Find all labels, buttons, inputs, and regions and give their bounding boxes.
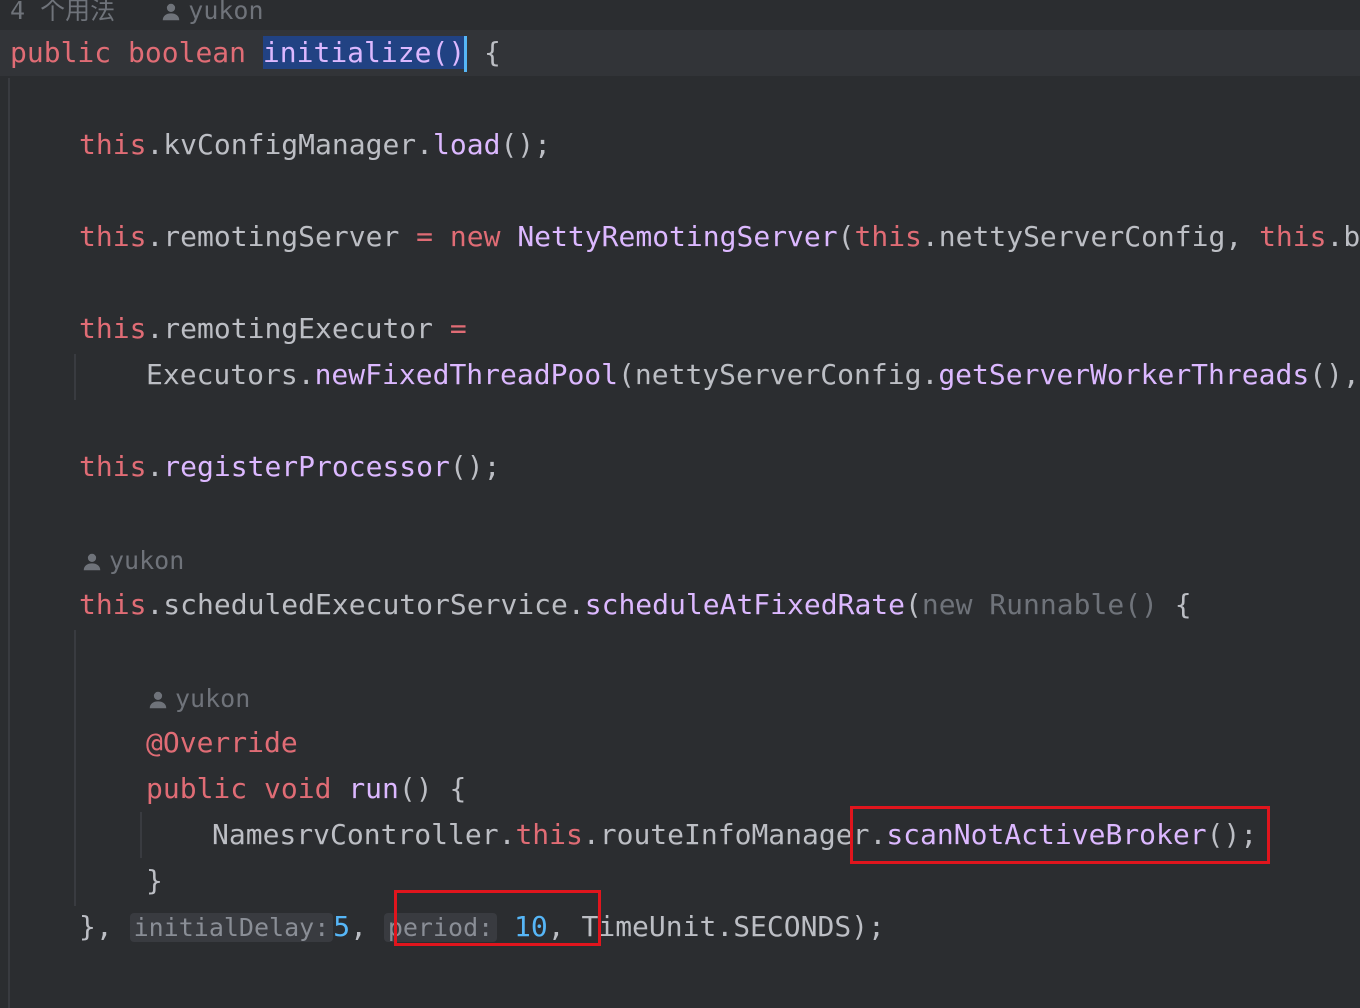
keyword-this: this	[79, 312, 147, 345]
highlight-box-scan-not-active-broker	[850, 806, 1270, 864]
indent-guide	[8, 78, 10, 1008]
keyword-this: this	[79, 220, 147, 253]
author-name: yukon	[188, 0, 264, 25]
highlight-box-period	[394, 890, 601, 946]
keyword-this: this	[854, 220, 922, 253]
method-parens: ()	[431, 36, 466, 69]
method-call-schedule-at-fixed-rate[interactable]: scheduleAtFixedRate	[585, 588, 905, 621]
field-ref: .routeInfoManager.	[582, 818, 887, 851]
annotation-override: @Override	[146, 726, 298, 759]
usages-count[interactable]: 4 个用法	[10, 0, 115, 25]
close-brace: }	[146, 864, 163, 897]
call-suffix: ();	[449, 450, 501, 483]
usages-inlay[interactable]: 4 个用法 yukon	[10, 0, 264, 34]
method-call-register-processor[interactable]: registerProcessor	[163, 450, 450, 483]
class-namesrv-controller: NamesrvController.	[212, 818, 516, 851]
method-call-new-fixed-thread-pool[interactable]: newFixedThreadPool	[315, 358, 618, 391]
keyword-new: new	[921, 588, 973, 621]
method-name-run[interactable]: run	[348, 772, 399, 805]
method-call-get-server-worker-threads[interactable]: getServerWorkerThreads	[938, 358, 1309, 391]
code-line-kvconfig-load[interactable]: this.kvConfigManager.load();	[79, 122, 551, 168]
user-icon	[163, 3, 180, 21]
code-line-override[interactable]: @Override	[146, 720, 298, 766]
author-name: yukon	[175, 684, 251, 713]
method-name-initialize[interactable]: initialize	[262, 36, 432, 69]
truncated-arg: .br	[1326, 220, 1360, 253]
open-brace: {	[1157, 588, 1192, 621]
paren-open: (	[837, 220, 855, 253]
code-line-fixed-thread-pool[interactable]: Executors.newFixedThreadPool(nettyServer…	[146, 352, 1360, 398]
keyword-this: this	[79, 128, 147, 161]
keyword-this: this	[79, 588, 147, 621]
field-ref: .scheduledExecutorService.	[146, 588, 585, 621]
author-inlay[interactable]: yukon	[81, 538, 184, 584]
keyword-public: public	[146, 772, 248, 805]
indent-guide	[74, 354, 76, 400]
value-initial-delay: 5	[333, 910, 351, 943]
keyword-boolean: boolean	[128, 36, 247, 69]
keyword-this: this	[1259, 220, 1327, 253]
user-icon	[149, 691, 167, 709]
class-executors: Executors.	[146, 358, 315, 391]
indent-guide	[74, 630, 76, 906]
code-line-register-processor[interactable]: this.registerProcessor();	[79, 444, 500, 490]
keyword-public: public	[10, 36, 112, 69]
dot: .	[146, 450, 164, 483]
signature-suffix: () {	[398, 772, 467, 805]
call-suffix: ();	[500, 128, 552, 161]
author-name: yukon	[109, 546, 185, 575]
code-line-schedule-at-fixed-rate[interactable]: this.scheduledExecutorService.scheduleAt…	[79, 582, 1192, 628]
field-ref: .remotingExecutor	[146, 312, 434, 345]
user-icon	[83, 553, 101, 571]
param-hint-initial-delay: initialDelay:	[129, 913, 334, 942]
field-ref: .kvConfigManager.	[146, 128, 434, 161]
comma: ,	[350, 910, 384, 943]
operator-assign: =	[433, 312, 467, 345]
type-runnable: Runnable()	[989, 588, 1158, 621]
keyword-this: this	[79, 450, 147, 483]
args-open: (nettyServerConfig.	[618, 358, 939, 391]
keyword-this: this	[515, 818, 583, 851]
code-line-remoting-executor[interactable]: this.remotingExecutor =	[79, 306, 467, 352]
code-line-close-brace[interactable]: }	[146, 858, 163, 904]
indent-guide	[140, 812, 142, 858]
keyword-void: void	[264, 772, 332, 805]
paren-open: (	[905, 588, 922, 621]
code-line-method-signature[interactable]: public boolean initialize() {	[0, 30, 1360, 76]
open-brace: {	[467, 36, 501, 69]
author-inlay[interactable]: yukon	[147, 676, 250, 722]
operator-assign: =	[399, 220, 450, 253]
arg-ref: .nettyServerConfig,	[921, 220, 1260, 253]
close-brace-comma: },	[79, 910, 130, 943]
keyword-new: new	[449, 220, 501, 253]
code-line-run-signature[interactable]: public void run() {	[146, 766, 466, 812]
class-netty-remoting-server[interactable]: NettyRemotingServer	[517, 220, 837, 253]
call-suffix: (),	[1309, 358, 1360, 391]
code-line-remoting-server[interactable]: this.remotingServer = new NettyRemotingS…	[79, 214, 1360, 260]
method-call-load[interactable]: load	[433, 128, 500, 161]
field-ref: .remotingServer	[146, 220, 400, 253]
time-unit-arg: TimeUnit.SECONDS);	[581, 910, 885, 943]
